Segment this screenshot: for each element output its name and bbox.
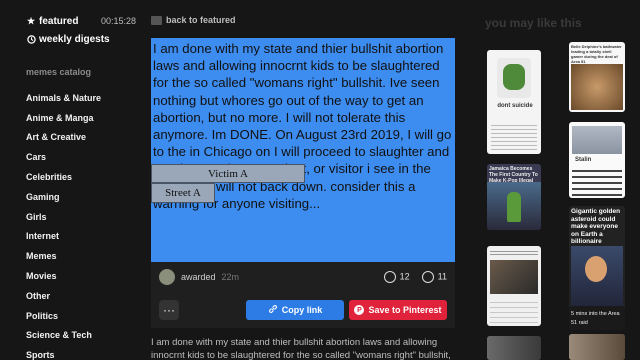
smile-icon xyxy=(383,271,396,283)
category-item[interactable]: Animals & Nature xyxy=(26,88,101,108)
pinterest-icon: P xyxy=(354,305,365,315)
comment-count: 11 xyxy=(437,271,447,282)
back-to-featured-link[interactable]: back to featured xyxy=(151,15,236,25)
featured-timer: 00:15:28 xyxy=(100,16,136,26)
nav-weekly-digests[interactable]: weekly digests xyxy=(26,30,136,48)
caption-dont-suicide: dont suicide xyxy=(497,103,533,109)
redaction-box-victim: Victim A xyxy=(151,164,305,183)
recommended-meme[interactable]: Belle Delphine's bathwater leading a tot… xyxy=(569,42,625,112)
category-item[interactable]: Politics xyxy=(26,306,101,326)
partial-image xyxy=(487,336,541,360)
comment-button[interactable]: 11 xyxy=(421,271,447,283)
pinterest-label: Save to Pinterest xyxy=(368,305,442,315)
recommendations: you may like this dont suicide Jamaica B… xyxy=(485,0,640,360)
post-meta: awarded 22m 12 11 xyxy=(151,262,455,292)
category-item[interactable]: Art & Creative xyxy=(26,128,101,148)
main-content: back to featured I am done with my state… xyxy=(151,0,455,360)
recommended-meme[interactable]: dont suicide xyxy=(487,50,541,154)
category-item[interactable]: Internet xyxy=(26,227,101,247)
nav-featured[interactable]: ★ featured 00:15:28 xyxy=(26,12,136,30)
redacted-lines xyxy=(572,166,622,196)
nav-featured-label: featured xyxy=(39,15,79,27)
partial-image xyxy=(569,334,625,360)
recommended-meme[interactable]: 5 mins into the Area 51 raid xyxy=(569,306,625,330)
save-to-pinterest-button[interactable]: P Save to Pinterest xyxy=(349,300,447,320)
link-icon xyxy=(268,304,278,316)
nav-weekly-label: weekly digests xyxy=(39,33,110,45)
figure-green xyxy=(507,192,521,222)
text-lines xyxy=(491,122,537,150)
category-item[interactable]: Cars xyxy=(26,147,101,167)
meme-image[interactable]: I am done with my state and thier bullsh… xyxy=(151,38,455,262)
caption-area51: 5 mins into the Area 51 raid xyxy=(571,311,620,326)
comment-icon xyxy=(421,271,434,283)
sidebar-top: ★ featured 00:15:28 weekly digests xyxy=(26,12,136,48)
sidebar: ★ featured 00:15:28 weekly digests memes… xyxy=(0,0,140,360)
recommended-meme[interactable] xyxy=(487,336,541,360)
stalin-portrait xyxy=(572,126,622,154)
caption-stalin: Stalin xyxy=(575,157,592,163)
category-item[interactable]: Movies xyxy=(26,266,101,286)
category-item[interactable]: Anime & Manga xyxy=(26,108,101,128)
caption-asteroid: Gigantic golden asteroid could make ever… xyxy=(571,208,621,245)
clock-icon xyxy=(26,34,36,44)
avatar[interactable] xyxy=(159,269,175,285)
meeting-photo xyxy=(490,260,538,294)
category-item[interactable]: Girls xyxy=(26,207,101,227)
recommended-meme[interactable]: Jamaica Becomes The First Country To Mak… xyxy=(487,164,541,230)
time-ago: 22m xyxy=(221,272,240,282)
tweet-lines xyxy=(490,249,538,257)
recommended-meme[interactable] xyxy=(487,246,541,326)
recommended-meme[interactable]: Stalin xyxy=(569,122,625,198)
author-name[interactable]: awarded xyxy=(181,272,216,282)
post-stats: 12 11 xyxy=(383,271,447,283)
reply-lines xyxy=(490,298,538,324)
category-item[interactable]: Memes xyxy=(26,246,101,266)
like-count: 12 xyxy=(399,271,410,282)
star-icon: ★ xyxy=(26,15,36,26)
category-item[interactable]: Other xyxy=(26,286,101,306)
post-description: I am done with my state and thier bullsh… xyxy=(151,337,451,360)
back-arrow-icon xyxy=(151,15,162,25)
face-shape xyxy=(585,256,607,282)
category-item[interactable]: Celebrities xyxy=(26,167,101,187)
category-item[interactable]: Sports xyxy=(26,345,101,360)
category-list: Animals & Nature Anime & Manga Art & Cre… xyxy=(26,88,101,360)
copy-link-label: Copy link xyxy=(281,305,323,315)
bath-photo xyxy=(571,64,623,110)
category-item[interactable]: Science & Tech xyxy=(26,326,101,346)
recommendations-heading: you may like this xyxy=(485,16,582,30)
like-button[interactable]: 12 xyxy=(383,271,410,283)
recommended-meme[interactable] xyxy=(569,334,625,360)
action-bar: ··· Copy link P Save to Pinterest xyxy=(151,292,455,328)
copy-link-button[interactable]: Copy link xyxy=(246,300,344,320)
frog-icon xyxy=(503,64,525,90)
redaction-box-street: Street A xyxy=(151,183,215,203)
back-label: back to featured xyxy=(166,15,236,25)
category-item[interactable]: Gaming xyxy=(26,187,101,207)
catalog-heading: memes catalog xyxy=(26,67,92,77)
more-options-button[interactable]: ··· xyxy=(159,300,179,320)
caption-bathwater: Belle Delphine's bathwater leading a tot… xyxy=(571,44,622,64)
